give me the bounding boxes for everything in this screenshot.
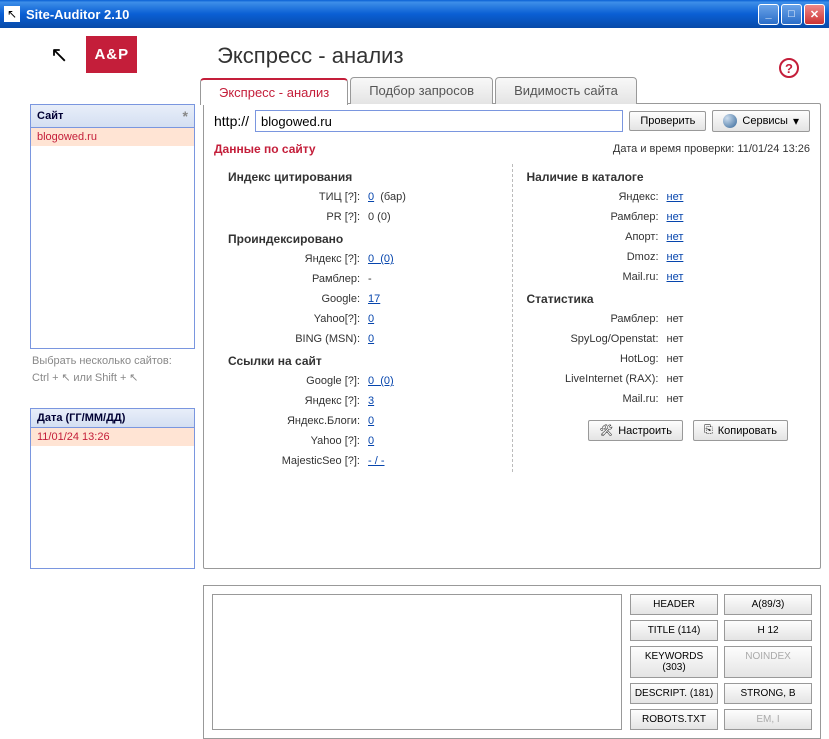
group-stats: Статистика xyxy=(527,292,797,306)
google-idx[interactable]: 17 xyxy=(368,293,380,305)
copy-icon: ⎘ xyxy=(704,424,713,437)
tab-visibility[interactable]: Видимость сайта xyxy=(495,77,637,104)
checked-at: Дата и время проверки: 11/01/24 13:26 xyxy=(613,143,810,155)
asterisk-icon: * xyxy=(183,108,188,124)
dates-panel: Дата (ГГ/ММ/ДД) 11/01/24 13:26 xyxy=(30,408,195,569)
tabs: Экспресс - анализ Подбор запросов Видимо… xyxy=(200,77,829,104)
btn-robots[interactable]: ROBOTS.TXT xyxy=(630,709,718,730)
multi-select-hint: Выбрать несколько сайтов: Ctrl + ↖ или S… xyxy=(30,349,195,390)
footer-panel: HEADER A(89/3) TITLE (114) H 12 KEYWORDS (… xyxy=(203,585,821,739)
output-textarea[interactable] xyxy=(212,594,622,730)
btn-a[interactable]: A(89/3) xyxy=(724,594,812,615)
tools-icon: 🛠 xyxy=(599,424,613,437)
check-button[interactable]: Проверить xyxy=(629,111,706,131)
tab-queries[interactable]: Подбор запросов xyxy=(350,77,493,104)
url-input[interactable] xyxy=(255,110,623,132)
btn-strong[interactable]: STRONG, B xyxy=(724,683,812,704)
window-title: Site-Auditor 2.10 xyxy=(26,7,758,22)
services-button[interactable]: Сервисы ▾ xyxy=(712,110,810,132)
yandex-idx[interactable]: 0 (0) xyxy=(368,253,394,265)
help-button[interactable]: ? xyxy=(779,58,799,78)
btn-descript[interactable]: DESCRIPT. (181) xyxy=(630,683,718,704)
cursor-icon: ↖ xyxy=(50,42,68,68)
site-item[interactable]: blogowed.ru xyxy=(31,128,194,146)
app-icon: ↖ xyxy=(4,6,20,22)
btn-h[interactable]: H 12 xyxy=(724,620,812,641)
close-button[interactable]: ✕ xyxy=(804,4,825,25)
logo: A&P xyxy=(86,36,137,73)
tab-express[interactable]: Экспресс - анализ xyxy=(200,78,348,105)
sites-panel: Сайт * blogowed.ru xyxy=(30,104,195,349)
tic-value[interactable]: 0 xyxy=(368,191,374,203)
group-citation: Индекс цитирования xyxy=(228,170,498,184)
copy-button[interactable]: ⎘Копировать xyxy=(693,420,788,441)
globe-icon xyxy=(723,114,737,128)
group-links: Ссылки на сайт xyxy=(228,354,498,368)
sites-header: Сайт xyxy=(37,110,63,122)
btn-header[interactable]: HEADER xyxy=(630,594,718,615)
titlebar: ↖ Site-Auditor 2.10 _ □ ✕ xyxy=(0,0,829,28)
date-item[interactable]: 11/01/24 13:26 xyxy=(31,428,194,446)
btn-noindex: NOINDEX xyxy=(724,646,812,678)
header: ↖ A&P Экспресс - анализ ? xyxy=(0,28,829,73)
btn-em: EM, I xyxy=(724,709,812,730)
group-indexed: Проиндексировано xyxy=(228,232,498,246)
dates-list[interactable]: 11/01/24 13:26 xyxy=(31,428,194,568)
minimize-button[interactable]: _ xyxy=(758,4,779,25)
maximize-button[interactable]: □ xyxy=(781,4,802,25)
group-catalog: Наличие в каталоге xyxy=(527,170,797,184)
btn-title[interactable]: TITLE (114) xyxy=(630,620,718,641)
protocol-label: http:// xyxy=(214,113,249,129)
content-panel: http:// Проверить Сервисы ▾ Данные по са… xyxy=(203,103,821,569)
page-title: Экспресс - анализ xyxy=(217,43,403,69)
sites-list[interactable]: blogowed.ru xyxy=(31,128,194,348)
btn-keywords[interactable]: KEYWORDS (303) xyxy=(630,646,718,678)
configure-button[interactable]: 🛠Настроить xyxy=(588,420,683,441)
dates-header: Дата (ГГ/ММ/ДД) xyxy=(37,412,125,424)
data-header: Данные по сайту xyxy=(214,142,316,156)
